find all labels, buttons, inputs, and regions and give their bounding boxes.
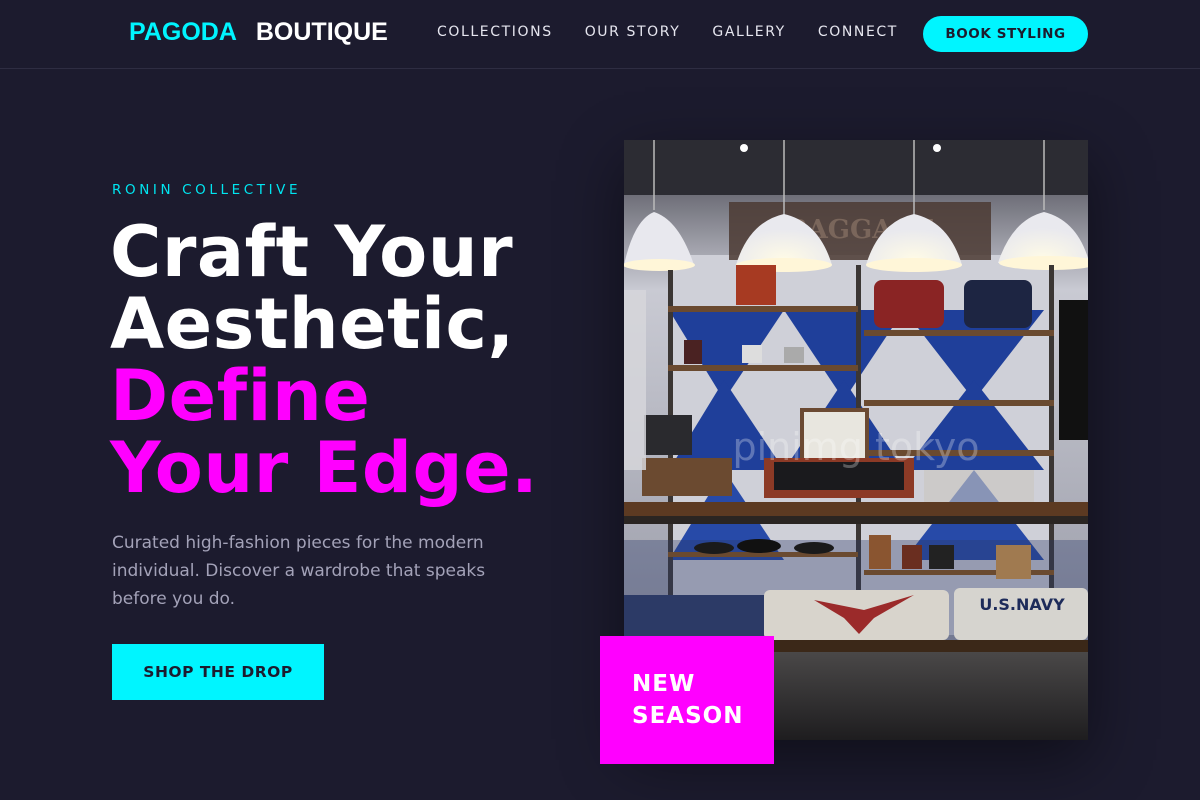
hero-description: Curated high-fashion pieces for the mode… [112,533,486,609]
headline-line-4: Your Edge. [110,427,539,509]
badge-line-2: SEASON [632,703,744,729]
navy-shirt-text: U.S.NAVY [979,595,1065,614]
headline-line-2: Aesthetic, [110,283,515,365]
badge-line-1: NEW [632,671,696,697]
nav-link-gallery[interactable]: GALLERY [712,24,785,40]
top-navigation: PAGODA BOUTIQUE COLLECTIONS OUR STORY GAL… [0,0,1200,69]
photo-watermark: pinimg tokyo [732,425,979,469]
headline-line-3: Define [110,355,371,437]
headline-line-1: Craft Your [110,211,514,293]
nav-links: COLLECTIONS OUR STORY GALLERY CONNECT [437,24,930,40]
letter-m-decor [736,265,776,305]
new-season-badge: NEW SEASON [600,636,774,764]
nav-link-connect[interactable]: CONNECT [818,24,898,40]
brand-name-part2: BOUTIQUE [255,18,388,46]
hero-eyebrow: RONIN COLLECTIVE [112,182,302,198]
brand-logo[interactable]: PAGODA BOUTIQUE [129,18,388,47]
nav-link-our-story[interactable]: OUR STORY [585,24,681,40]
shop-the-drop-button[interactable]: SHOP THE DROP [112,644,324,700]
hero-headline: Craft Your Aesthetic, Define Your Edge. [110,216,538,504]
brand-name-part1: PAGODA [129,18,237,46]
nav-link-collections[interactable]: COLLECTIONS [437,24,553,40]
book-styling-button[interactable]: BOOK STYLING [923,16,1088,52]
